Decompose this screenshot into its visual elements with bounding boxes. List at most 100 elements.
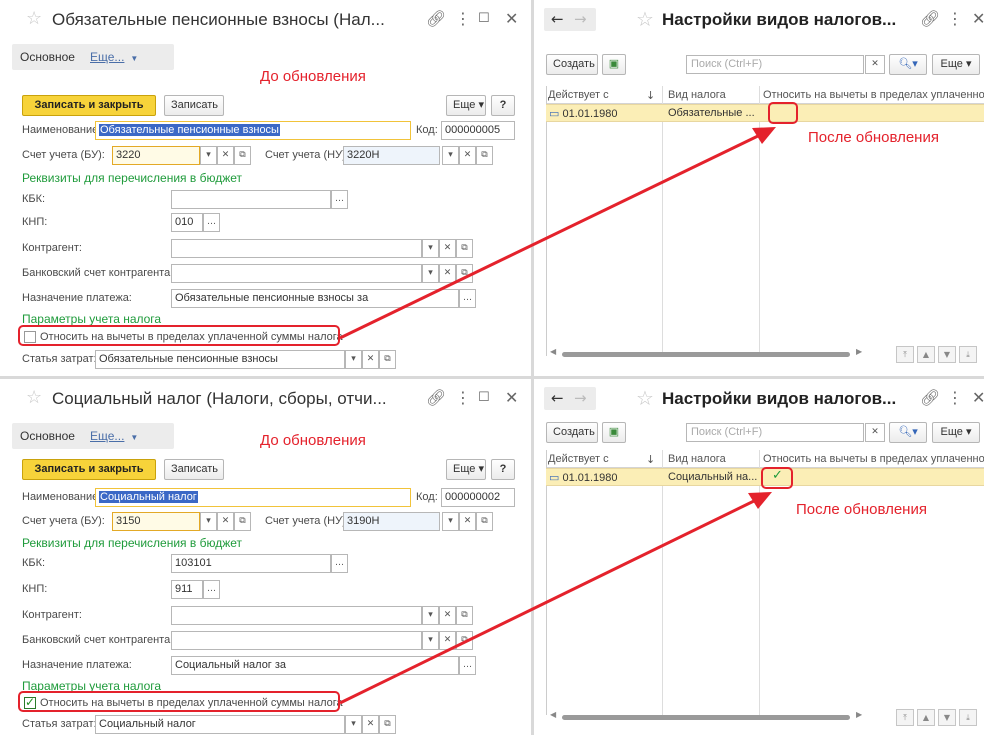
expense-field[interactable]: Социальный налог bbox=[95, 715, 345, 734]
open-icon[interactable]: ⧉ bbox=[456, 631, 473, 650]
move-bottom-icon[interactable]: ⤓ bbox=[959, 709, 977, 726]
open-icon[interactable]: ⧉ bbox=[234, 146, 251, 165]
clear-search-icon[interactable]: ✕ bbox=[865, 423, 885, 442]
bank-account-field[interactable] bbox=[171, 631, 422, 650]
open-icon[interactable]: ⧉ bbox=[379, 350, 396, 369]
purpose-field[interactable]: Обязательные пенсионные взносы за bbox=[171, 289, 459, 308]
kbk-field[interactable]: 103101 bbox=[171, 554, 331, 573]
help-button[interactable]: ? bbox=[491, 95, 515, 116]
account-bu-field[interactable]: 3150 bbox=[112, 512, 200, 531]
open-icon[interactable]: ⧉ bbox=[476, 512, 493, 531]
save-close-button[interactable]: Записать и закрыть bbox=[22, 459, 156, 480]
move-up-icon[interactable]: ▲ bbox=[917, 346, 935, 363]
account-nu-field[interactable]: 3220Н bbox=[343, 146, 440, 165]
scroll-left-icon[interactable]: ◀ bbox=[550, 710, 556, 719]
contractor-field[interactable] bbox=[171, 606, 422, 625]
favorite-star-icon[interactable]: ☆ bbox=[26, 387, 42, 408]
select-button[interactable]: … bbox=[459, 289, 476, 308]
close-icon[interactable]: ✕ bbox=[505, 388, 518, 407]
select-button[interactable]: … bbox=[331, 190, 348, 209]
move-down-icon[interactable]: ▼ bbox=[938, 346, 956, 363]
open-icon[interactable]: ⧉ bbox=[476, 146, 493, 165]
clear-icon[interactable]: ✕ bbox=[217, 146, 234, 165]
scroll-thumb[interactable] bbox=[562, 352, 850, 357]
clear-icon[interactable]: ✕ bbox=[459, 512, 476, 531]
account-nu-field[interactable]: 3190Н bbox=[343, 512, 440, 531]
save-button[interactable]: Записать bbox=[164, 459, 224, 480]
link-icon[interactable]: 🔗︎ bbox=[920, 9, 940, 28]
favorite-star-icon[interactable]: ☆ bbox=[636, 7, 654, 31]
name-field[interactable]: Обязательные пенсионные взносы bbox=[95, 121, 411, 140]
save-close-button[interactable]: Записать и закрыть bbox=[22, 95, 156, 116]
tab-more[interactable]: Еще... ▼ bbox=[90, 429, 138, 443]
code-field[interactable]: 000000002 bbox=[441, 488, 515, 507]
favorite-star-icon[interactable]: ☆ bbox=[26, 8, 42, 29]
dropdown-icon[interactable]: ▾ bbox=[200, 512, 217, 531]
search-input[interactable]: Поиск (Ctrl+F) bbox=[686, 423, 864, 442]
maximize-icon[interactable]: ☐ bbox=[478, 11, 490, 26]
clear-icon[interactable]: ✕ bbox=[217, 512, 234, 531]
dropdown-icon[interactable]: ▾ bbox=[345, 350, 362, 369]
contractor-field[interactable] bbox=[171, 239, 422, 258]
clear-icon[interactable]: ✕ bbox=[439, 606, 456, 625]
col-date[interactable]: Действует с bbox=[548, 453, 609, 465]
tab-main[interactable]: Основное bbox=[20, 429, 75, 443]
move-up-icon[interactable]: ▲ bbox=[917, 709, 935, 726]
favorite-star-icon[interactable]: ☆ bbox=[636, 386, 654, 410]
scroll-right-icon[interactable]: ▶ bbox=[856, 347, 862, 356]
tab-main[interactable]: Основное bbox=[20, 50, 75, 64]
expense-field[interactable]: Обязательные пенсионные взносы bbox=[95, 350, 345, 369]
more-button[interactable]: Еще ▾ bbox=[446, 95, 486, 116]
col-date[interactable]: Действует с bbox=[548, 89, 609, 101]
dropdown-icon[interactable]: ▾ bbox=[422, 631, 439, 650]
scroll-right-icon[interactable]: ▶ bbox=[856, 710, 862, 719]
scroll-thumb[interactable] bbox=[562, 715, 850, 720]
dropdown-icon[interactable]: ▾ bbox=[200, 146, 217, 165]
back-arrow-icon[interactable]: ← bbox=[551, 10, 564, 28]
select-button[interactable]: … bbox=[203, 580, 220, 599]
more-button[interactable]: Еще ▾ bbox=[932, 422, 980, 443]
open-icon[interactable]: ⧉ bbox=[379, 715, 396, 734]
clear-icon[interactable]: ✕ bbox=[439, 631, 456, 650]
purpose-field[interactable]: Социальный налог за bbox=[171, 656, 459, 675]
table-row[interactable]: ▭ 01.01.1980 Обязательные ... bbox=[546, 104, 984, 122]
select-button[interactable]: … bbox=[459, 656, 476, 675]
menu-dots-icon[interactable]: ⋮ bbox=[947, 9, 963, 28]
save-button[interactable]: Записать bbox=[164, 95, 224, 116]
tab-more[interactable]: Еще... ▼ bbox=[90, 50, 138, 64]
col-tax[interactable]: Вид налога bbox=[668, 89, 726, 101]
back-arrow-icon[interactable]: ← bbox=[551, 389, 564, 407]
select-button[interactable]: … bbox=[203, 213, 220, 232]
move-top-icon[interactable]: ⤒ bbox=[896, 709, 914, 726]
menu-dots-icon[interactable]: ⋮ bbox=[947, 388, 963, 407]
close-icon[interactable]: ✕ bbox=[972, 9, 984, 28]
create-button[interactable]: Создать bbox=[546, 54, 598, 75]
dropdown-icon[interactable]: ▾ bbox=[422, 239, 439, 258]
dropdown-icon[interactable]: ▾ bbox=[345, 715, 362, 734]
clear-icon[interactable]: ✕ bbox=[439, 239, 456, 258]
menu-dots-icon[interactable]: ⋮ bbox=[455, 9, 471, 28]
clear-icon[interactable]: ✕ bbox=[362, 350, 379, 369]
open-icon[interactable]: ⧉ bbox=[456, 239, 473, 258]
more-button[interactable]: Еще ▾ bbox=[446, 459, 486, 480]
clear-icon[interactable]: ✕ bbox=[459, 146, 476, 165]
col-deduct[interactable]: Относить на вычеты в пределах уплаченной bbox=[763, 453, 984, 465]
create-button[interactable]: Создать bbox=[546, 422, 598, 443]
search-button[interactable]: 🔍︎▾ bbox=[889, 54, 927, 75]
col-deduct[interactable]: Относить на вычеты в пределах уплаченной bbox=[763, 89, 984, 101]
close-icon[interactable]: ✕ bbox=[972, 388, 984, 407]
link-icon[interactable]: 🔗︎ bbox=[426, 388, 446, 407]
copy-button[interactable]: ▣ bbox=[602, 54, 626, 75]
knp-field[interactable]: 911 bbox=[171, 580, 203, 599]
dropdown-icon[interactable]: ▾ bbox=[442, 512, 459, 531]
clear-icon[interactable]: ✕ bbox=[362, 715, 379, 734]
scroll-left-icon[interactable]: ◀ bbox=[550, 347, 556, 356]
col-tax[interactable]: Вид налога bbox=[668, 453, 726, 465]
code-field[interactable]: 000000005 bbox=[441, 121, 515, 140]
help-button[interactable]: ? bbox=[491, 459, 515, 480]
knp-field[interactable]: 010 bbox=[171, 213, 203, 232]
open-icon[interactable]: ⧉ bbox=[456, 264, 473, 283]
menu-dots-icon[interactable]: ⋮ bbox=[455, 388, 471, 407]
open-icon[interactable]: ⧉ bbox=[234, 512, 251, 531]
maximize-icon[interactable]: ☐ bbox=[478, 390, 490, 405]
